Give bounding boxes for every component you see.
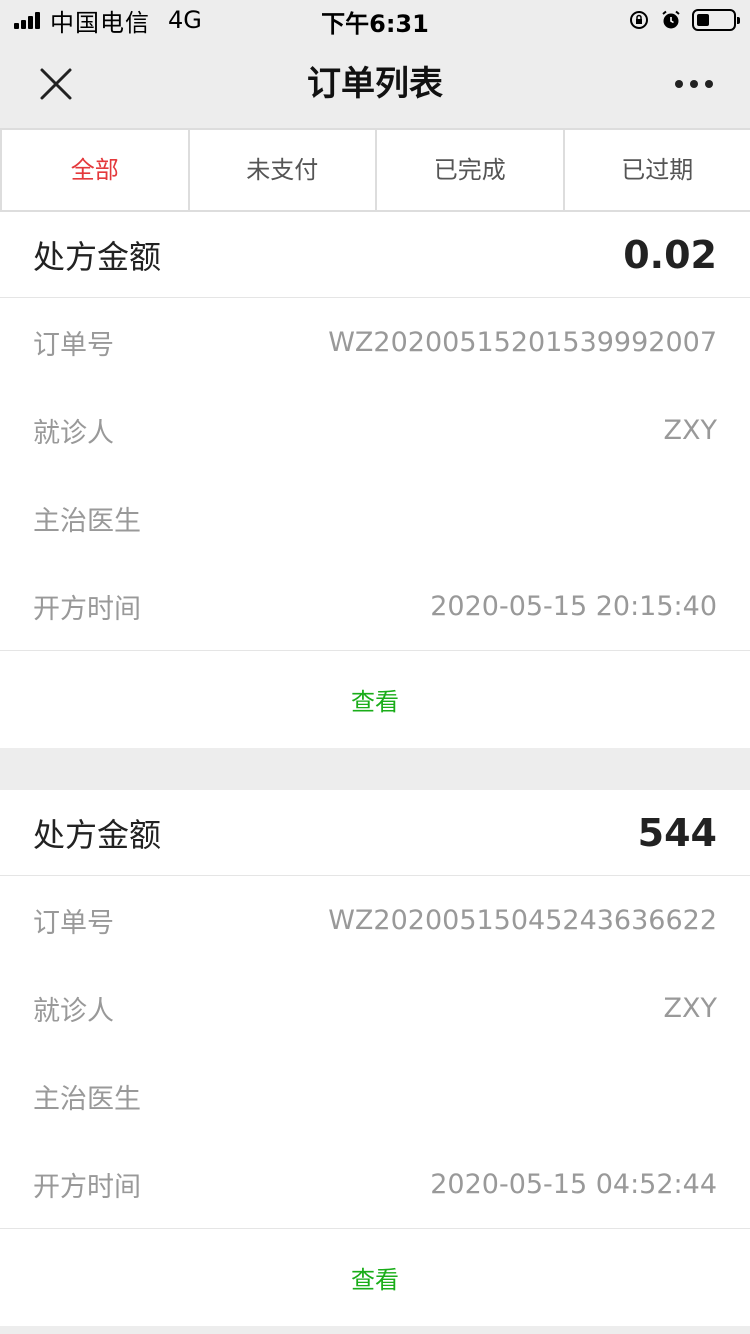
order-number-value: WZ20200515045243636622 bbox=[328, 904, 717, 936]
alarm-icon bbox=[662, 10, 680, 29]
patient-label: 就诊人 bbox=[33, 995, 114, 1027]
patient-row: 就诊人 ZXY bbox=[0, 964, 750, 1052]
doctor-label: 主治医生 bbox=[33, 1083, 141, 1115]
tab-expired[interactable]: 已过期 bbox=[562, 130, 750, 210]
patient-row: 就诊人 ZXY bbox=[0, 386, 750, 474]
view-button[interactable]: 查看 bbox=[0, 650, 750, 748]
order-number-label: 订单号 bbox=[33, 329, 114, 361]
more-icon bbox=[675, 80, 713, 88]
prescription-time-value: 2020-05-15 04:52:44 bbox=[430, 1168, 717, 1200]
status-bar-right bbox=[618, 6, 740, 34]
amount-value: 544 bbox=[637, 810, 717, 855]
prescription-time-value: 2020-05-15 20:15:40 bbox=[430, 590, 717, 622]
patient-label: 就诊人 bbox=[33, 417, 114, 449]
view-label: 查看 bbox=[351, 688, 399, 716]
rotation-lock-icon bbox=[630, 11, 648, 29]
prescription-time-row: 开方时间 2020-05-15 20:15:40 bbox=[0, 562, 750, 650]
page-title: 订单列表 bbox=[307, 64, 443, 104]
order-filter-tabs: 全部 未支付 已完成 已过期 bbox=[0, 128, 750, 212]
nav-bar: 订单列表 bbox=[0, 40, 750, 128]
amount-label: 处方金额 bbox=[33, 815, 162, 854]
order-card-header: 处方金额 544 bbox=[0, 790, 750, 876]
order-card: 处方金额 0.02 订单号 WZ20200515201539992007 就诊人… bbox=[0, 212, 750, 748]
prescription-time-label: 开方时间 bbox=[33, 593, 141, 625]
view-label: 查看 bbox=[351, 1266, 399, 1294]
order-card-header: 处方金额 0.02 bbox=[0, 212, 750, 298]
prescription-time-label: 开方时间 bbox=[33, 1171, 141, 1203]
tab-all[interactable]: 全部 bbox=[0, 130, 188, 210]
battery-icon bbox=[692, 9, 740, 31]
order-card: 处方金额 544 订单号 WZ20200515045243636622 就诊人 … bbox=[0, 790, 750, 1326]
doctor-label: 主治医生 bbox=[33, 505, 141, 537]
amount-label: 处方金额 bbox=[33, 237, 162, 276]
status-bar: 中国电信 4G 下午6:31 bbox=[0, 0, 750, 40]
doctor-row: 主治医生 bbox=[0, 1052, 750, 1140]
tab-unpaid[interactable]: 未支付 bbox=[187, 130, 376, 210]
close-icon bbox=[40, 68, 72, 100]
close-button[interactable] bbox=[24, 54, 88, 114]
amount-value: 0.02 bbox=[623, 232, 717, 277]
doctor-row: 主治医生 bbox=[0, 474, 750, 562]
patient-value: ZXY bbox=[663, 992, 718, 1024]
order-number-row: 订单号 WZ20200515045243636622 bbox=[0, 876, 750, 964]
view-button[interactable]: 查看 bbox=[0, 1228, 750, 1326]
tab-completed[interactable]: 已完成 bbox=[375, 130, 563, 210]
more-button[interactable] bbox=[662, 54, 726, 114]
order-number-value: WZ20200515201539992007 bbox=[328, 326, 717, 358]
prescription-time-row: 开方时间 2020-05-15 04:52:44 bbox=[0, 1140, 750, 1228]
order-number-row: 订单号 WZ20200515201539992007 bbox=[0, 298, 750, 386]
patient-value: ZXY bbox=[663, 414, 718, 446]
order-number-label: 订单号 bbox=[33, 907, 114, 939]
